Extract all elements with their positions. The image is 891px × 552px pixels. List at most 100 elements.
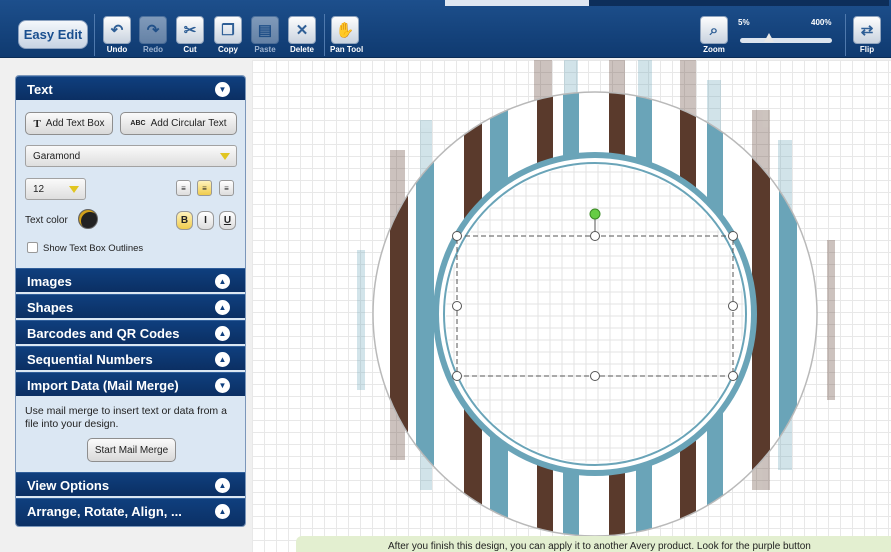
- expand-arrow-icon: ▲: [215, 300, 230, 315]
- toolbar-top-strip-dark: [589, 0, 889, 6]
- cut-label: Cut: [183, 45, 197, 54]
- images-section-title: Images: [27, 274, 72, 289]
- zoom-button[interactable]: ⌕ Zoom: [699, 16, 729, 54]
- paste-button[interactable]: ▤ Paste: [250, 16, 280, 54]
- redo-button[interactable]: ↷ Redo: [138, 16, 168, 54]
- paste-icon: ▤: [251, 16, 279, 44]
- paste-label: Paste: [254, 45, 276, 54]
- resize-handle[interactable]: [452, 231, 462, 241]
- font-size-value: 12: [33, 184, 45, 195]
- flip-label: Flip: [859, 45, 875, 54]
- hand-icon: ✋: [331, 16, 359, 44]
- resize-handle[interactable]: [590, 231, 600, 241]
- show-outlines-label: Show Text Box Outlines: [43, 243, 144, 254]
- add-text-box-button[interactable]: T Add Text Box: [25, 112, 113, 135]
- images-section-header[interactable]: Images ▲: [16, 268, 245, 292]
- undo-icon: ↶: [103, 16, 131, 44]
- import-data-section-header[interactable]: Import Data (Mail Merge) ▼: [16, 372, 245, 396]
- info-banner: After you finish this design, you can ap…: [296, 536, 891, 552]
- expand-arrow-icon: ▲: [215, 326, 230, 341]
- expand-arrow-icon: ▲: [215, 504, 230, 519]
- design-canvas[interactable]: [252, 60, 891, 552]
- align-left-icon: ≡: [181, 183, 186, 193]
- text-color-label: Text color: [25, 215, 68, 226]
- view-options-section-header[interactable]: View Options ▲: [16, 472, 245, 496]
- add-circular-text-label: Add Circular Text: [150, 118, 227, 129]
- align-right-icon: ≡: [224, 183, 229, 193]
- copy-label: Copy: [218, 45, 238, 54]
- font-size-dropdown[interactable]: 12: [25, 178, 86, 200]
- expand-arrow-icon: ▲: [215, 478, 230, 493]
- redo-icon: ↷: [139, 16, 167, 44]
- align-left-button[interactable]: ≡: [176, 180, 191, 196]
- resize-handle[interactable]: [452, 301, 462, 311]
- flip-button[interactable]: ⇄ Flip: [852, 16, 882, 54]
- zoom-max-label: 400%: [811, 18, 832, 27]
- align-right-button[interactable]: ≡: [219, 180, 234, 196]
- undo-button[interactable]: ↶ Undo: [102, 16, 132, 54]
- sequential-numbers-section-title: Sequential Numbers: [27, 352, 153, 367]
- redo-label: Redo: [143, 45, 163, 54]
- sequential-numbers-section-header[interactable]: Sequential Numbers ▲: [16, 346, 245, 370]
- chevron-down-icon: [69, 186, 79, 193]
- barcodes-section-header[interactable]: Barcodes and QR Codes ▲: [16, 320, 245, 344]
- easy-edit-button[interactable]: Easy Edit: [18, 20, 88, 49]
- zoom-slider-thumb[interactable]: [764, 33, 775, 42]
- shapes-section-title: Shapes: [27, 300, 74, 315]
- delete-label: Delete: [289, 45, 314, 54]
- resize-handle[interactable]: [590, 371, 600, 381]
- text-section-title: Text: [27, 82, 53, 97]
- undo-label: Undo: [106, 45, 128, 54]
- circular-text-icon: ABC: [130, 120, 146, 127]
- mail-merge-description: Use mail merge to insert text or data fr…: [25, 405, 227, 430]
- align-center-icon: ≡: [202, 183, 207, 193]
- zoom-slider[interactable]: [740, 33, 832, 43]
- text-section-header[interactable]: Text ▼: [16, 76, 245, 100]
- toolbar-divider: [845, 14, 846, 56]
- resize-handle[interactable]: [728, 371, 738, 381]
- expand-arrow-icon: ▲: [215, 274, 230, 289]
- side-panel: Text ▼ T Add Text Box ABC Add Circular T…: [15, 75, 246, 527]
- arrange-section-title: Arrange, Rotate, Align, ...: [27, 504, 182, 519]
- rotate-handle[interactable]: [589, 208, 601, 220]
- resize-handle[interactable]: [728, 231, 738, 241]
- toolbar-top-strip: [445, 0, 589, 6]
- scissors-icon: ✂: [176, 16, 204, 44]
- italic-button[interactable]: I: [197, 211, 214, 230]
- add-text-box-label: Add Text Box: [45, 118, 105, 129]
- delete-button[interactable]: ✕ Delete: [287, 16, 317, 54]
- text-color-picker[interactable]: [78, 209, 98, 229]
- text-t-icon: T: [33, 117, 41, 130]
- align-center-button[interactable]: ≡: [197, 180, 212, 196]
- magnifier-icon: ⌕: [700, 16, 728, 44]
- toolbar-divider: [94, 14, 95, 56]
- view-options-section-title: View Options: [27, 478, 110, 493]
- chevron-down-icon: [220, 153, 230, 160]
- flip-icon: ⇄: [853, 16, 881, 44]
- arrange-section-header[interactable]: Arrange, Rotate, Align, ... ▲: [16, 498, 245, 526]
- delete-icon: ✕: [288, 16, 316, 44]
- pan-tool-button[interactable]: ✋ Pan Tool: [330, 16, 364, 54]
- add-circular-text-button[interactable]: ABC Add Circular Text: [120, 112, 237, 135]
- pan-tool-label: Pan Tool: [330, 45, 364, 54]
- underline-button[interactable]: U: [219, 211, 236, 230]
- start-mail-merge-button[interactable]: Start Mail Merge: [87, 438, 176, 462]
- import-data-section-title: Import Data (Mail Merge): [27, 378, 179, 393]
- zoom-min-label: 5%: [738, 18, 750, 27]
- zoom-label: Zoom: [703, 45, 725, 54]
- bold-button[interactable]: B: [176, 211, 193, 230]
- resize-handle[interactable]: [728, 301, 738, 311]
- font-dropdown[interactable]: Garamond: [25, 145, 237, 167]
- shapes-section-header[interactable]: Shapes ▲: [16, 294, 245, 318]
- font-value: Garamond: [33, 151, 81, 162]
- cut-button[interactable]: ✂ Cut: [175, 16, 205, 54]
- toolbar: Easy Edit ↶ Undo ↷ Redo ✂ Cut ❐ Copy ▤ P…: [0, 0, 891, 58]
- start-mail-merge-label: Start Mail Merge: [94, 444, 169, 456]
- barcodes-section-title: Barcodes and QR Codes: [27, 326, 180, 341]
- show-outlines-checkbox[interactable]: [27, 242, 38, 253]
- copy-button[interactable]: ❐ Copy: [213, 16, 243, 54]
- resize-handle[interactable]: [452, 371, 462, 381]
- toolbar-divider: [324, 14, 325, 56]
- label-design: [357, 60, 835, 537]
- collapse-arrow-icon: ▼: [215, 378, 230, 393]
